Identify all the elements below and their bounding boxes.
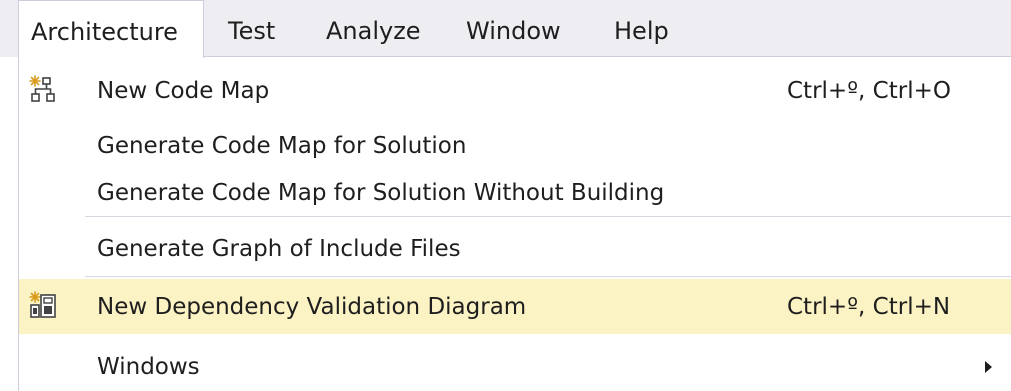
menu-item-label: Generate Graph of Include Files: [97, 236, 461, 262]
menu-separator: [85, 216, 1011, 217]
menu-item-label: Windows: [97, 354, 200, 380]
menu-item-shortcut: Ctrl+º, Ctrl+N: [787, 294, 951, 320]
menu-item-label: New Dependency Validation Diagram: [97, 294, 527, 320]
menu-item-generate-code-map-no-build[interactable]: Generate Code Map for Solution Without B…: [19, 165, 1011, 220]
menu-item-generate-include-graph[interactable]: Generate Graph of Include Files: [19, 221, 1011, 276]
menu-help[interactable]: Help: [614, 0, 669, 57]
menu-item-windows[interactable]: Windows: [19, 339, 1011, 391]
window: Architecture Test Analyze Window Help Ne…: [0, 0, 1011, 391]
menu-architecture[interactable]: Architecture: [18, 0, 204, 58]
code-map-icon: [28, 75, 58, 105]
menu-item-new-code-map[interactable]: New Code Map Ctrl+º, Ctrl+O: [19, 63, 1011, 118]
menu-item-label: New Code Map: [97, 78, 270, 104]
menu-window[interactable]: Window: [466, 0, 561, 57]
menu-bar: Architecture Test Analyze Window Help: [0, 0, 1011, 58]
menu-item-new-dependency-diagram[interactable]: New Dependency Validation Diagram Ctrl+º…: [19, 279, 1011, 334]
dependency-diagram-icon: [28, 291, 58, 321]
submenu-arrow-icon: [985, 361, 992, 373]
menu-separator: [85, 276, 1011, 277]
menu-item-shortcut: Ctrl+º, Ctrl+O: [787, 78, 951, 104]
menu-test[interactable]: Test: [228, 0, 275, 57]
menu-item-label: Generate Code Map for Solution Without B…: [97, 180, 665, 206]
menu-analyze[interactable]: Analyze: [326, 0, 421, 57]
architecture-dropdown: New Code Map Ctrl+º, Ctrl+O Generate Cod…: [18, 56, 1011, 391]
